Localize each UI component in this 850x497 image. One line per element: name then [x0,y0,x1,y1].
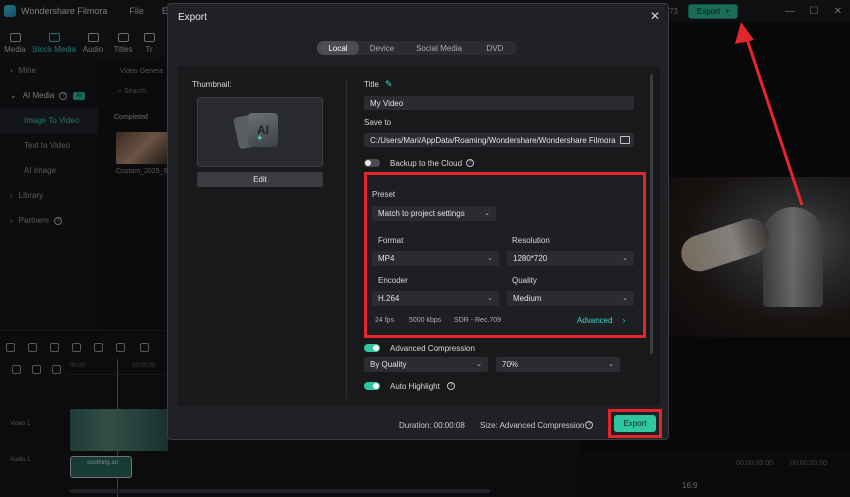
tab-device[interactable]: Device [359,41,405,55]
dialog-body: Thumbnail: AI ✦ Edit Title ✎ My Video Sa… [178,66,660,406]
encoder-dropdown[interactable]: H.264 ⌄ [372,291,499,306]
backup-cloud-label: Backup to the Cloud [390,159,463,168]
quality-value: Medium [513,294,542,303]
chevron-down-icon: ⌄ [476,361,482,368]
save-to-label: Save to [364,118,392,127]
chevron-down-icon: ⌄ [622,295,628,302]
help-icon[interactable]: ? [585,421,593,429]
format-value: MP4 [378,254,395,263]
dialog-title: Export [178,12,207,23]
advanced-label: Advanced [577,316,613,325]
chevron-down-icon: ⌄ [622,255,628,262]
advanced-link[interactable]: Advanced › [577,316,625,325]
title-label: Title [364,80,379,89]
preset-value: Match to project settings [378,209,465,218]
preset-label: Preset [372,190,396,199]
thumbnail-label: Thumbnail: [192,80,232,89]
divider [346,78,347,398]
resolution-dropdown[interactable]: 1280*720 ⌄ [507,251,634,266]
compression-percent-value: 70% [502,360,519,369]
ai-pen-icon[interactable]: ✎ [385,79,393,90]
tab-social-media[interactable]: Social Media [405,41,473,55]
encoder-label: Encoder [378,276,408,285]
chevron-down-icon: ⌄ [608,361,614,368]
format-dropdown[interactable]: MP4 ⌄ [372,251,499,266]
export-button[interactable]: Export [614,415,656,432]
chevron-down-icon: ⌄ [487,295,493,302]
by-quality-dropdown[interactable]: By Quality ⌄ [364,357,488,372]
resolution-value: 1280*720 [513,254,548,263]
advanced-compression-label: Advanced Compression [390,344,475,353]
tab-dvd[interactable]: DVD [473,41,517,55]
export-button-highlight: Export [608,409,662,438]
thumbnail-preview: AI ✦ [197,97,323,167]
quality-label: Quality [512,276,537,285]
resolution-label: Resolution [512,236,550,245]
title-input[interactable]: My Video [364,96,634,110]
close-icon[interactable]: ✕ [650,9,660,23]
dialog-scrollbar[interactable] [650,74,653,354]
preset-dropdown[interactable]: Match to project settings ⌄ [372,206,496,221]
duration-text: Duration: 00:00:08 [399,421,465,430]
chevron-down-icon: ⌄ [484,210,490,217]
export-tabs: Local Device Social Media DVD [317,41,517,55]
chevron-right-icon: › [622,316,626,325]
folder-icon[interactable] [620,136,630,144]
backup-cloud-toggle[interactable] [364,159,380,167]
size-text: Size: Advanced Compression [480,421,585,430]
fps-value: 24 fps [375,317,395,324]
bitrate-value: 5000 kbps [409,317,442,324]
auto-highlight-toggle[interactable] [364,382,380,390]
format-label: Format [378,236,404,245]
quality-dropdown[interactable]: Medium ⌄ [507,291,634,306]
help-icon[interactable]: ? [447,382,455,390]
export-dialog: Export ✕ Local Device Social Media DVD T… [167,3,669,440]
preset-section: Preset Match to project settings ⌄ Format… [364,172,646,338]
save-path-value: C:/Users/Mari/AppData/Roaming/Wondershar… [370,135,616,145]
advanced-compression-toggle[interactable] [364,344,380,352]
encoder-value: H.264 [378,294,400,303]
color-space-value: SDR - Rec.709 [454,317,502,324]
sparkle-icon: ✦ [256,133,264,143]
chevron-down-icon: ⌄ [487,255,493,262]
by-quality-value: By Quality [370,360,407,369]
save-path-input[interactable]: C:/Users/Mari/AppData/Roaming/Wondershar… [364,133,634,147]
help-icon[interactable]: ? [466,159,474,167]
tab-local[interactable]: Local [317,41,359,55]
edit-thumbnail-button[interactable]: Edit [197,172,323,187]
compression-percent-dropdown[interactable]: 70% ⌄ [496,357,620,372]
auto-highlight-label: Auto Highlight [390,382,440,391]
